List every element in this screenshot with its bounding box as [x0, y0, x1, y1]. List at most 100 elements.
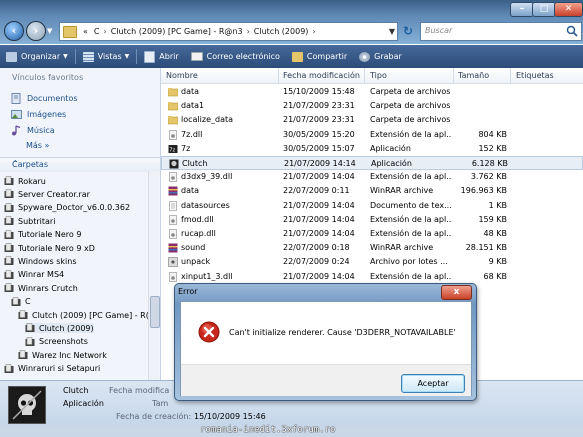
breadcrumb-overflow[interactable]: « — [80, 27, 91, 36]
column-size[interactable]: Tamaño — [458, 71, 489, 80]
tree-item[interactable]: C — [11, 296, 31, 307]
svg-text:7z: 7z — [169, 147, 175, 153]
search-box[interactable]: Buscar — [420, 22, 582, 41]
file-row[interactable]: sound 22/07/2009 0:18 WinRAR archive 28.151… — [161, 241, 583, 255]
breadcrumb-clutch-game[interactable]: Clutch (2009) [PC Game] - R@n3 — [108, 27, 246, 36]
email-button[interactable]: Correo electrónico — [185, 45, 286, 68]
column-modified[interactable]: Fecha modificación — [283, 71, 360, 80]
file-row[interactable]: data1 21/07/2009 23:31 Carpeta de archivos — [161, 99, 583, 113]
column-divider[interactable] — [278, 68, 279, 83]
chevron-up-icon[interactable]: ⌃ — [12, 159, 154, 168]
favorite-documents[interactable]: Documentos — [11, 93, 78, 104]
column-divider[interactable] — [510, 68, 511, 83]
nav-scrollbar[interactable] — [148, 171, 160, 380]
share-label: Compartir — [306, 52, 348, 61]
favorite-music[interactable]: Música — [11, 125, 55, 136]
column-name[interactable]: Nombre — [166, 71, 198, 80]
file-size: 152 KB — [478, 143, 507, 153]
file-row[interactable]: fmod.dll 21/07/2009 14:04 Extensión de la … — [161, 213, 583, 227]
breadcrumb-c[interactable]: C — [91, 27, 103, 36]
file-row[interactable]: d3dx9_39.dll 21/07/2009 14:04 Extensión de… — [161, 170, 583, 184]
back-button[interactable]: ‹ — [4, 21, 24, 41]
tree-item-label: Tutoriale Nero 9 — [18, 230, 82, 240]
email-label: Correo electrónico — [206, 52, 280, 61]
folder-icon — [4, 283, 14, 293]
details-created-label: Fecha de creación: — [116, 412, 192, 421]
column-divider[interactable] — [364, 68, 365, 83]
open-button[interactable]: Abrir — [138, 45, 184, 68]
tree-item[interactable]: Winraruri si Setapuri — [4, 363, 101, 374]
nav-scrollbar-thumb[interactable] — [150, 296, 160, 328]
tree-item[interactable]: Rokaru — [4, 176, 46, 186]
explorer-window: – □ ✕ ‹ › ▼ « C › Clutch (2009) [PC Game… — [0, 0, 583, 437]
file-row[interactable]: rucap.dll 21/07/2009 14:04 Extensión de la… — [161, 227, 583, 241]
file-name: rucap.dll — [181, 229, 216, 238]
folder-icon — [4, 229, 14, 239]
file-row[interactable]: 7z.dll 30/05/2009 15:20 Extensión de la ap… — [161, 128, 583, 142]
tree-item-label: Winraruri si Setapuri — [18, 364, 101, 374]
tree-item[interactable]: Warez Inc Network — [18, 350, 107, 360]
views-button[interactable]: Vistas ▼ — [77, 45, 136, 68]
maximize-button[interactable]: □ — [532, 2, 556, 17]
file-type: Carpeta de archivos — [370, 101, 451, 111]
dialog-title: Error — [178, 287, 198, 296]
column-divider[interactable] — [453, 68, 454, 83]
breadcrumb-separator[interactable]: › — [311, 27, 316, 36]
file-row[interactable]: localize_data 21/07/2009 23:31 Carpeta de … — [161, 113, 583, 127]
file-row[interactable]: xinput1_3.dll 21/07/2009 14:04 Extensión d… — [161, 270, 583, 284]
burn-button[interactable]: Grabar — [353, 45, 408, 68]
file-row[interactable]: data 22/07/2009 0:11 WinRAR archive 196.963… — [161, 184, 583, 198]
tree-item[interactable]: Screenshots — [25, 337, 88, 347]
tree-item[interactable]: Clutch (2009) — [25, 323, 94, 334]
address-dropdown-icon[interactable]: ▼ — [389, 23, 395, 40]
dll-file-icon — [169, 229, 177, 239]
tree-item[interactable]: Tutoriale Nero 9 — [4, 229, 82, 240]
tree-item[interactable]: Tutoriale Nero 9 xD — [4, 243, 95, 253]
tree-item[interactable]: Server Creator.rar — [4, 189, 90, 199]
tree-item[interactable]: Winrars Crutch — [4, 283, 78, 293]
organize-icon — [6, 51, 17, 62]
folder-icon — [18, 310, 28, 319]
open-label: Abrir — [159, 52, 179, 61]
more-link[interactable]: Más » — [26, 141, 49, 150]
file-type: Extensión de la apl... — [370, 129, 452, 139]
dll-file-icon — [169, 172, 177, 182]
tree-item-label: Warez Inc Network — [32, 350, 107, 360]
file-icon — [4, 189, 14, 199]
close-window-button[interactable]: ✕ — [554, 2, 583, 17]
views-label: Vistas — [97, 52, 122, 61]
file-type: WinRAR archive — [370, 186, 434, 196]
favorite-pictures[interactable]: Imágenes — [11, 109, 66, 120]
file-size: 9 KB — [488, 257, 507, 267]
folders-header[interactable]: Carpetas ⌃ — [0, 157, 160, 172]
file-row[interactable]: Clutch 21/07/2009 14:14 Aplicación 6.128 KB — [161, 156, 583, 170]
dialog-close-button[interactable]: x — [441, 285, 472, 300]
history-dropdown-icon[interactable]: ▼ — [47, 24, 57, 38]
file-row[interactable]: datasources 21/07/2009 14:04 Documento de … — [161, 199, 583, 213]
tree-item[interactable]: Spyware_Doctor_v6.0.0.362 — [4, 203, 130, 213]
minimize-button[interactable]: – — [510, 2, 534, 17]
tree-item[interactable]: Clutch (2009) [PC Game] - R( — [18, 310, 149, 320]
search-icon[interactable] — [566, 25, 578, 37]
refresh-icon[interactable]: ↻ — [399, 23, 417, 39]
share-button[interactable]: Compartir — [286, 45, 353, 68]
disc-icon — [359, 51, 371, 62]
tree-item[interactable]: Windows skins — [4, 256, 77, 266]
column-tags[interactable]: Etiquetas — [516, 71, 554, 80]
file-row[interactable]: unpack 22/07/2009 0:24 Archivo por lotes .… — [161, 255, 583, 269]
file-type: Carpeta de archivos — [370, 115, 451, 125]
file-row[interactable]: 7z 7z 30/05/2009 15:07 Aplicación 152 KB — [161, 142, 583, 156]
ok-button[interactable]: Aceptar — [401, 374, 465, 393]
forward-button[interactable]: › — [26, 21, 46, 41]
breadcrumb-clutch[interactable]: Clutch (2009) — [251, 27, 312, 36]
tree-item[interactable]: Winrar MS4 — [4, 270, 64, 280]
folder-icon — [18, 350, 28, 360]
tree-item[interactable]: Subtritari — [4, 216, 55, 226]
column-type[interactable]: Tipo — [370, 71, 387, 80]
tree-item-label: Rokaru — [18, 176, 46, 186]
address-bar[interactable]: « C › Clutch (2009) [PC Game] - R@n3 › C… — [59, 22, 398, 41]
organize-button[interactable]: Organizar ▼ — [0, 45, 74, 68]
batch-file-icon — [168, 257, 178, 268]
folder-icon — [4, 363, 14, 373]
file-row[interactable]: data 15/10/2009 15:48 Carpeta de archivos — [161, 85, 583, 99]
